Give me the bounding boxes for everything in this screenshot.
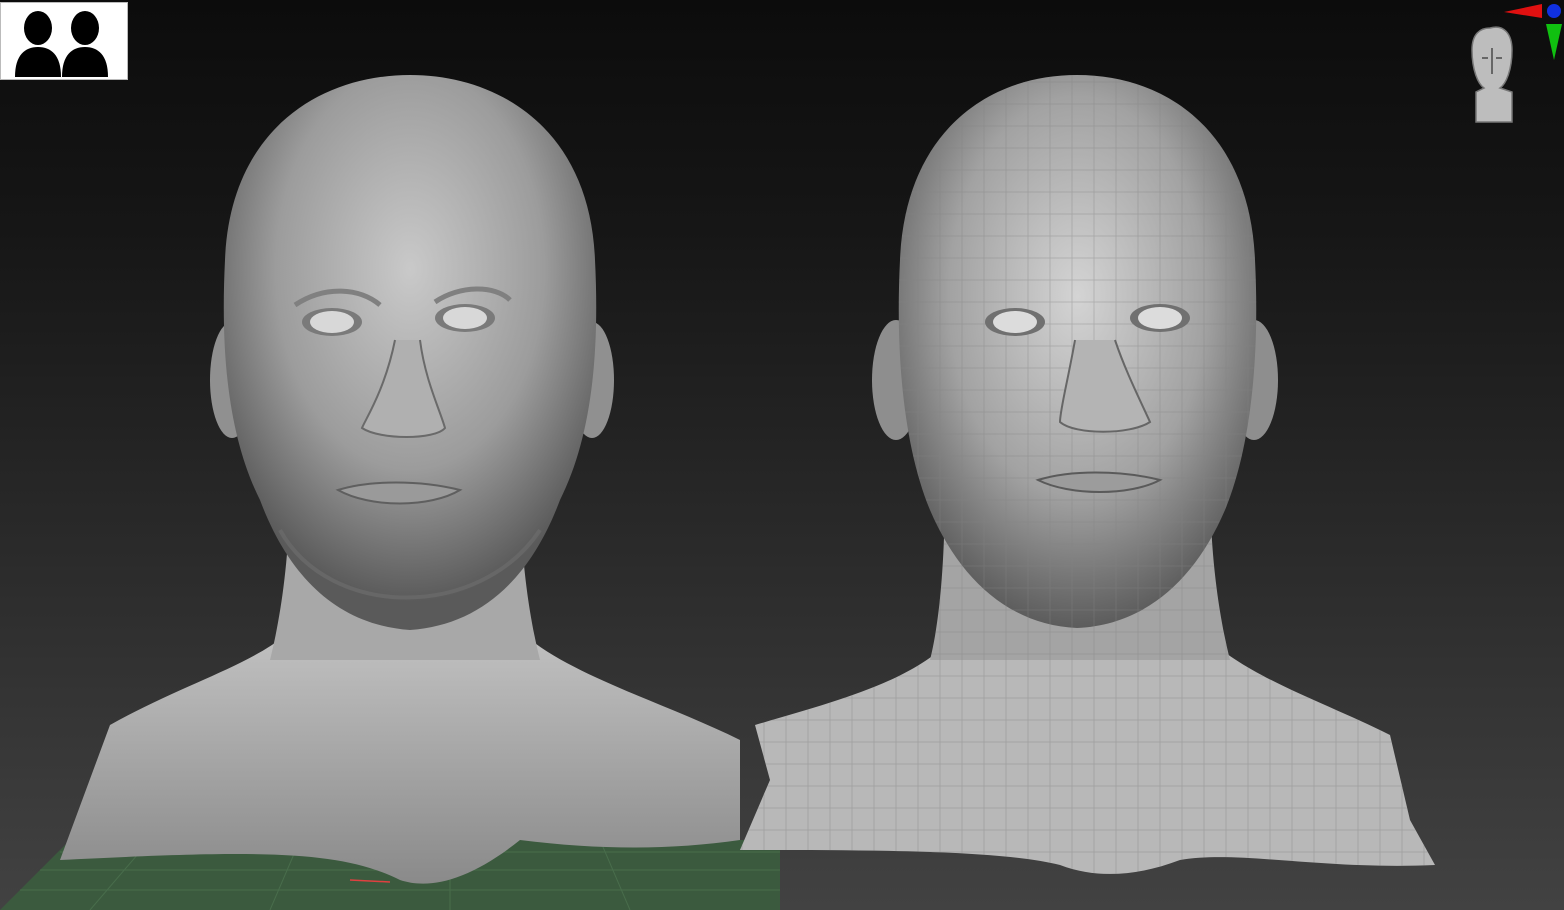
two-heads-silhouette-icon [15, 11, 108, 77]
head-preview-icon[interactable] [1471, 26, 1513, 123]
low-poly-head-model[interactable] [720, 60, 1460, 900]
3d-viewport[interactable] [0, 0, 1564, 910]
subtool-thumbnail[interactable] [0, 2, 128, 80]
navigation-gizmo[interactable] [1462, 0, 1564, 130]
high-poly-head-model[interactable] [40, 60, 780, 900]
